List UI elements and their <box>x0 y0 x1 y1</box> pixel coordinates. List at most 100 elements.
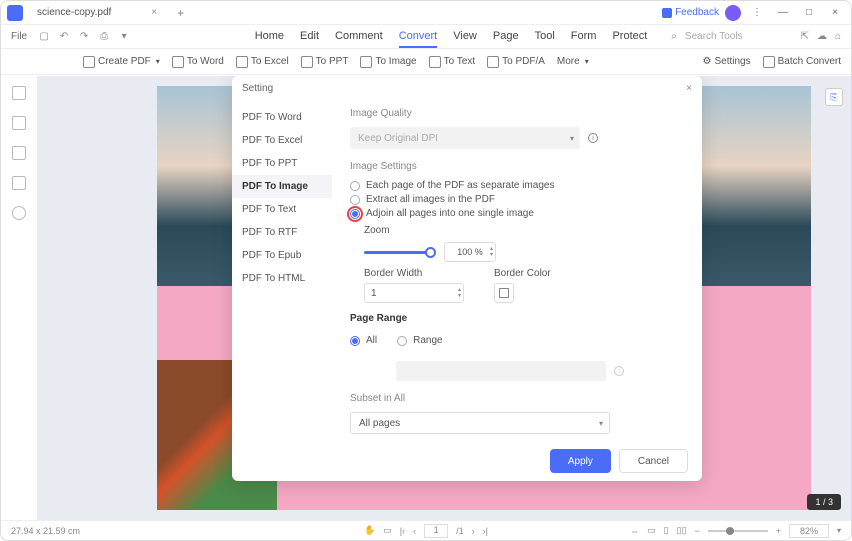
border-color-picker[interactable] <box>494 283 514 303</box>
range-input[interactable] <box>396 361 606 381</box>
to-text-button[interactable]: To Text <box>429 56 476 68</box>
sidebar-pdf-to-image[interactable]: PDF To Image <box>232 175 332 198</box>
thumbnails-icon[interactable] <box>12 86 26 100</box>
close-window-button[interactable]: × <box>825 6 845 20</box>
file-menu[interactable]: File <box>11 31 27 42</box>
info-icon[interactable]: i <box>614 366 624 376</box>
zoom-out-button[interactable]: − <box>694 526 699 536</box>
undo-icon[interactable]: ↶ <box>57 30 71 44</box>
to-pdfa-button[interactable]: To PDF/A <box>487 56 545 68</box>
user-avatar[interactable] <box>725 5 741 21</box>
more-icon[interactable]: ⋮ <box>747 6 767 20</box>
menu-form[interactable]: Form <box>571 26 597 48</box>
zoom-input[interactable]: 100 %▴▾ <box>444 242 496 262</box>
menu-view[interactable]: View <box>453 26 477 48</box>
page-indicator: 1 / 3 <box>807 494 841 510</box>
layers-icon[interactable] <box>12 206 26 220</box>
comments-icon[interactable] <box>12 146 26 160</box>
slider-thumb[interactable] <box>425 247 436 258</box>
info-icon[interactable]: i <box>588 133 598 143</box>
create-pdf-button[interactable]: Create PDF▾ <box>83 56 160 68</box>
first-page-button[interactable]: |‹ <box>400 526 405 536</box>
chevron-down-icon[interactable]: ▾ <box>837 526 841 535</box>
two-page-icon[interactable]: ▯▯ <box>677 525 687 536</box>
radio-icon <box>350 181 360 191</box>
zoom-percent[interactable]: 82% <box>789 524 829 538</box>
range-all-option[interactable]: All <box>350 335 377 346</box>
zoom-slider-status[interactable] <box>708 530 768 532</box>
prev-page-button[interactable]: ‹ <box>413 526 416 536</box>
cloud-icon[interactable]: ☁ <box>817 31 827 42</box>
radio-icon <box>397 336 407 346</box>
redo-icon[interactable]: ↷ <box>77 30 91 44</box>
batch-icon <box>763 56 775 68</box>
zoom-slider[interactable] <box>364 251 434 254</box>
border-width-label: Border Width <box>364 268 464 279</box>
batch-convert-button[interactable]: Batch Convert <box>763 56 841 68</box>
sidebar-pdf-to-text[interactable]: PDF To Text <box>232 198 332 221</box>
next-page-button[interactable]: › <box>472 526 475 536</box>
menu-home[interactable]: Home <box>255 26 284 48</box>
menu-protect[interactable]: Protect <box>612 26 647 48</box>
subset-select[interactable]: All pages▾ <box>350 412 610 434</box>
sidebar-pdf-to-rtf[interactable]: PDF To RTF <box>232 221 332 244</box>
border-width-input[interactable]: 1▴▾ <box>364 283 464 303</box>
document-tab[interactable]: science-copy.pdf × <box>29 1 165 24</box>
sidebar-pdf-to-word[interactable]: PDF To Word <box>232 106 332 129</box>
dialog-close-button[interactable]: × <box>686 83 692 94</box>
statusbar: 27.94 x 21.59 cm ✋ ▭ |‹ ‹ 1 /1 › ›| ⇔ ▭ … <box>1 520 851 540</box>
apply-button[interactable]: Apply <box>550 449 611 473</box>
share-icon[interactable]: ⇱ <box>801 31 809 42</box>
to-ppt-button[interactable]: To PPT <box>301 56 349 68</box>
sidebar-pdf-to-ppt[interactable]: PDF To PPT <box>232 152 332 175</box>
range-custom-option[interactable]: Range <box>397 335 442 346</box>
feedback-button[interactable]: Feedback <box>662 7 719 18</box>
to-excel-button[interactable]: To Excel <box>236 56 289 68</box>
new-tab-button[interactable]: + <box>177 6 184 20</box>
save-icon[interactable]: ▢ <box>37 30 51 44</box>
fit-width-icon[interactable]: ⇔ <box>630 526 639 536</box>
main-menu: Home Edit Comment Convert View Page Tool… <box>255 26 648 48</box>
menu-convert[interactable]: Convert <box>399 26 438 48</box>
cancel-button[interactable]: Cancel <box>619 449 688 473</box>
single-page-icon[interactable]: ▯ <box>664 525 669 536</box>
home-icon[interactable]: ⌂ <box>835 31 841 42</box>
image-quality-label: Image Quality <box>350 108 684 119</box>
sidebar-pdf-to-epub[interactable]: PDF To Epub <box>232 244 332 267</box>
image-quality-select[interactable]: Keep Original DPI▾ <box>350 127 580 149</box>
to-word-button[interactable]: To Word <box>172 56 224 68</box>
search-icon[interactable]: ⌕ <box>671 31 677 42</box>
bookmarks-icon[interactable] <box>12 116 26 130</box>
chevron-down-icon: ▾ <box>599 419 603 428</box>
page-badge-icon[interactable]: ⎘ <box>825 88 843 106</box>
minimize-button[interactable]: — <box>773 6 793 20</box>
zoom-in-button[interactable]: + <box>776 526 781 536</box>
dialog-main: Image Quality Keep Original DPI▾ i Image… <box>332 100 702 441</box>
dropdown-icon[interactable]: ▾ <box>117 30 131 44</box>
print-icon[interactable]: ⎙ <box>97 30 111 44</box>
hand-tool-icon[interactable]: ✋ <box>364 525 375 536</box>
sidebar-pdf-to-html[interactable]: PDF To HTML <box>232 267 332 290</box>
menu-edit[interactable]: Edit <box>300 26 319 48</box>
menu-tool[interactable]: Tool <box>535 26 555 48</box>
option-adjoin-pages[interactable]: Adjoin all pages into one single image <box>350 208 684 219</box>
attachments-icon[interactable] <box>12 176 26 190</box>
menu-page[interactable]: Page <box>493 26 519 48</box>
more-button[interactable]: More▾ <box>557 56 589 67</box>
page-number-input[interactable]: 1 <box>424 524 448 538</box>
fit-page-icon[interactable]: ▭ <box>647 525 656 536</box>
option-extract-images[interactable]: Extract all images in the PDF <box>350 194 684 205</box>
last-page-button[interactable]: ›| <box>483 526 488 536</box>
border-color-label: Border Color <box>494 268 551 279</box>
option-separate-images[interactable]: Each page of the PDF as separate images <box>350 180 684 191</box>
select-tool-icon[interactable]: ▭ <box>383 525 392 536</box>
document-viewport[interactable]: By Brooke Wells ⎘ 1 / 3 Setting × PDF To… <box>37 76 851 520</box>
settings-button[interactable]: ⚙Settings <box>703 56 751 67</box>
to-image-button[interactable]: To Image <box>360 56 416 68</box>
search-tools-input[interactable]: Search Tools <box>685 31 743 42</box>
tab-title: science-copy.pdf <box>37 7 111 18</box>
close-tab-icon[interactable]: × <box>151 7 157 18</box>
menu-comment[interactable]: Comment <box>335 26 383 48</box>
maximize-button[interactable]: □ <box>799 6 819 20</box>
sidebar-pdf-to-excel[interactable]: PDF To Excel <box>232 129 332 152</box>
